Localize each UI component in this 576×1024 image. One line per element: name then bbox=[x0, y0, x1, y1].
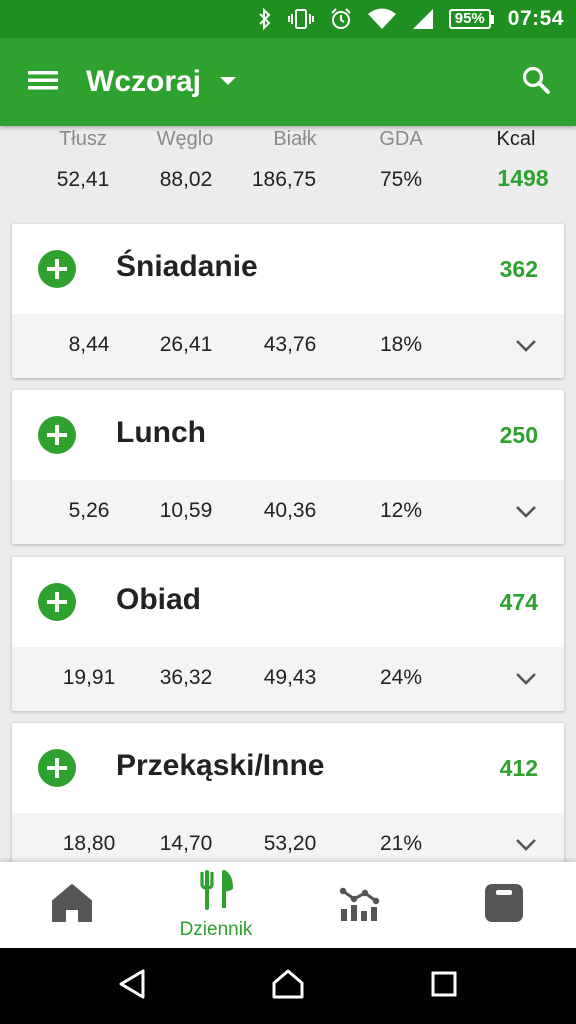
system-navigation bbox=[0, 948, 576, 1024]
battery-indicator: 95% bbox=[448, 9, 494, 29]
add-icon[interactable] bbox=[38, 583, 76, 621]
meal-header[interactable]: Przekąski/Inne 412 bbox=[12, 723, 564, 813]
dropdown-arrow-icon bbox=[219, 73, 237, 91]
add-icon[interactable] bbox=[38, 749, 76, 787]
meal-carbs: 26,41 bbox=[159, 333, 213, 356]
meal-gda: 21% bbox=[379, 832, 423, 855]
meal-name: Śniadanie bbox=[116, 250, 258, 283]
meal-macros: 19,91 36,32 49,43 24% bbox=[12, 647, 564, 711]
meal-carbs: 10,59 bbox=[159, 499, 213, 522]
meal-protein: 40,36 bbox=[263, 499, 317, 522]
battery-tip bbox=[490, 14, 494, 24]
meal-card-dinner: Obiad 474 19,91 36,32 49,43 24% bbox=[12, 557, 564, 711]
meal-name: Lunch bbox=[116, 416, 206, 449]
meal-carbs: 36,32 bbox=[159, 666, 213, 689]
square-icon bbox=[430, 970, 458, 1003]
nav-progress[interactable] bbox=[288, 862, 432, 948]
carbs-label: Węglo bbox=[156, 128, 214, 150]
meal-header[interactable]: Obiad 474 bbox=[12, 557, 564, 647]
nav-diary-label: Dziennik bbox=[179, 918, 253, 940]
status-time: 07:54 bbox=[507, 7, 564, 30]
hamburger-icon bbox=[27, 68, 59, 97]
date-selector[interactable]: Wczoraj bbox=[86, 65, 237, 99]
app-bar: Wczoraj bbox=[0, 38, 576, 126]
nav-home[interactable] bbox=[0, 862, 144, 948]
meal-name: Przekąski/Inne bbox=[116, 749, 325, 782]
chevron-down-icon[interactable] bbox=[510, 330, 542, 362]
chevron-down-icon[interactable] bbox=[510, 496, 542, 528]
meal-kcal: 474 bbox=[499, 589, 538, 615]
kcal-total: 1498 bbox=[497, 165, 549, 191]
meal-kcal: 250 bbox=[499, 422, 538, 448]
protein-label: Białk bbox=[273, 128, 317, 150]
meal-name: Obiad bbox=[116, 583, 202, 616]
meal-gda: 18% bbox=[379, 333, 423, 356]
chevron-down-icon[interactable] bbox=[510, 663, 542, 695]
bluetooth-icon bbox=[257, 7, 273, 31]
cutlery-icon bbox=[199, 869, 233, 915]
protein-total: 186,75 bbox=[251, 168, 317, 191]
meal-macros: 8,44 26,41 43,76 18% bbox=[12, 314, 564, 378]
carbs-total: 88,02 bbox=[159, 168, 213, 191]
fat-total: 52,41 bbox=[56, 168, 110, 191]
meal-card-snacks: Przekąski/Inne 412 18,80 14,70 53,20 21% bbox=[12, 723, 564, 877]
signal-icon bbox=[411, 7, 435, 31]
menu-button[interactable] bbox=[0, 38, 86, 126]
gda-total: 75% bbox=[379, 168, 423, 191]
back-button[interactable] bbox=[102, 956, 162, 1016]
wifi-icon bbox=[367, 7, 397, 31]
meal-protein: 49,43 bbox=[263, 666, 317, 689]
back-triangle-icon bbox=[117, 968, 147, 1005]
meal-macros: 5,26 10,59 40,36 12% bbox=[12, 480, 564, 544]
search-button[interactable] bbox=[514, 60, 558, 104]
daily-summary: Tłusz Węglo Białk GDA Kcal 52,41 88,02 1… bbox=[0, 126, 576, 206]
meal-fat: 5,26 bbox=[68, 499, 110, 522]
search-icon bbox=[521, 65, 551, 100]
status-bar: 95% 07:54 bbox=[0, 0, 576, 38]
meal-gda: 12% bbox=[379, 499, 423, 522]
nav-diary[interactable]: Dziennik bbox=[144, 862, 288, 948]
home-icon bbox=[51, 883, 93, 928]
add-icon[interactable] bbox=[38, 250, 76, 288]
meal-header[interactable]: Śniadanie 362 bbox=[12, 224, 564, 314]
progress-chart-icon bbox=[339, 883, 381, 928]
battery-level: 95% bbox=[448, 9, 491, 29]
meal-kcal: 362 bbox=[499, 256, 538, 282]
recents-button[interactable] bbox=[414, 956, 474, 1016]
kcal-label: Kcal bbox=[496, 128, 536, 150]
add-icon[interactable] bbox=[38, 416, 76, 454]
meal-card-breakfast: Śniadanie 362 8,44 26,41 43,76 18% bbox=[12, 224, 564, 378]
meal-kcal: 412 bbox=[499, 755, 538, 781]
meal-fat: 18,80 bbox=[62, 832, 116, 855]
page-title: Wczoraj bbox=[86, 65, 202, 98]
meal-header[interactable]: Lunch 250 bbox=[12, 390, 564, 480]
meal-gda: 24% bbox=[379, 666, 423, 689]
meal-carbs: 14,70 bbox=[159, 832, 213, 855]
meal-fat: 19,91 bbox=[62, 666, 116, 689]
meal-protein: 53,20 bbox=[263, 832, 317, 855]
vibrate-icon bbox=[287, 7, 315, 31]
meal-card-lunch: Lunch 250 5,26 10,59 40,36 12% bbox=[12, 390, 564, 544]
gda-label: GDA bbox=[379, 128, 423, 150]
nav-weight[interactable] bbox=[432, 862, 576, 948]
home-button[interactable] bbox=[258, 956, 318, 1016]
chevron-down-icon[interactable] bbox=[510, 829, 542, 861]
meal-fat: 8,44 bbox=[68, 333, 110, 356]
home-outline-icon bbox=[271, 968, 305, 1005]
scale-icon bbox=[484, 883, 524, 928]
fat-label: Tłusz bbox=[59, 128, 107, 150]
alarm-icon bbox=[329, 7, 353, 31]
meal-protein: 43,76 bbox=[263, 333, 317, 356]
bottom-navigation: Dziennik bbox=[0, 862, 576, 948]
